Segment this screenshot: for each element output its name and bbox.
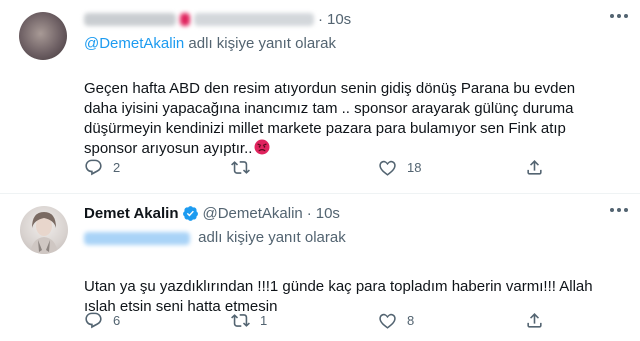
share-button[interactable] — [525, 311, 544, 330]
reply-button[interactable]: 6 — [84, 311, 120, 330]
retweet-icon — [231, 161, 250, 174]
avatar[interactable] — [20, 206, 68, 254]
display-name[interactable]: Demet Akalin — [84, 205, 178, 222]
reply-tweet[interactable]: · 10s @DemetAkalin adlı kişiye yanıt ola… — [0, 0, 640, 193]
reply-suffix: adlı kişiye yanıt olarak — [198, 229, 346, 246]
handle[interactable]: @DemetAkalin — [202, 205, 302, 222]
heart-icon — [379, 313, 396, 329]
angry-face-icon — [254, 139, 270, 155]
heart-icon — [379, 160, 396, 176]
reply-count: 6 — [113, 313, 121, 328]
retweet-button[interactable] — [231, 158, 250, 177]
action-bar: 2 18 — [84, 158, 554, 178]
share-icon — [527, 313, 542, 328]
verified-badge-icon — [183, 205, 199, 221]
reply-icon — [85, 312, 102, 329]
share-button[interactable] — [525, 158, 544, 177]
reply-handle-link[interactable]: @DemetAkalin — [84, 35, 184, 52]
like-count: 18 — [407, 160, 422, 175]
retweet-button[interactable]: 1 — [231, 311, 267, 330]
timestamp[interactable]: 10s — [327, 11, 351, 28]
replying-to: @DemetAkalin adlı kişiye yanıt olarak — [84, 35, 336, 52]
replying-to: adlı kişiye yanıt olarak — [84, 229, 346, 246]
reply-icon — [85, 159, 102, 176]
blurred-handle — [194, 12, 314, 26]
action-bar: 6 1 8 — [84, 311, 554, 331]
like-count: 8 — [407, 313, 415, 328]
tweet-header: · 10s — [84, 10, 351, 28]
tweet-text-content: Utan ya şu yazdıklırından !!!1 günde kaç… — [84, 278, 593, 315]
like-button[interactable]: 18 — [378, 158, 421, 177]
avatar-image — [30, 212, 58, 254]
tweet-header: Demet Akalin @DemetAkalin · 10s — [84, 204, 340, 222]
retweet-count: 1 — [260, 313, 268, 328]
retweet-icon — [231, 314, 250, 327]
share-icon — [527, 160, 542, 175]
more-options-icon[interactable] — [610, 14, 628, 18]
timestamp[interactable]: 10s — [316, 205, 340, 222]
separator-dot: · — [318, 10, 323, 28]
blurred-name — [84, 12, 176, 26]
avatar[interactable] — [19, 12, 67, 60]
tweet-text: Utan ya şu yazdıklırından !!!1 günde kaç… — [84, 257, 632, 317]
reply-tweet[interactable]: Demet Akalin @DemetAkalin · 10s adlı kiş… — [0, 193, 640, 341]
blurred-reply-handle[interactable] — [84, 231, 190, 245]
reply-suffix: adlı kişiye yanıt olarak — [184, 35, 337, 52]
tweet-text-content: Geçen hafta ABD den resim atıyordun seni… — [84, 80, 576, 157]
reply-count: 2 — [113, 160, 121, 175]
tweet-text: Geçen hafta ABD den resim atıyordun seni… — [84, 59, 632, 159]
blurred-name — [180, 12, 190, 26]
like-button[interactable]: 8 — [378, 311, 414, 330]
separator-dot: · — [306, 204, 312, 222]
more-options-icon[interactable] — [610, 208, 628, 212]
reply-button[interactable]: 2 — [84, 158, 120, 177]
